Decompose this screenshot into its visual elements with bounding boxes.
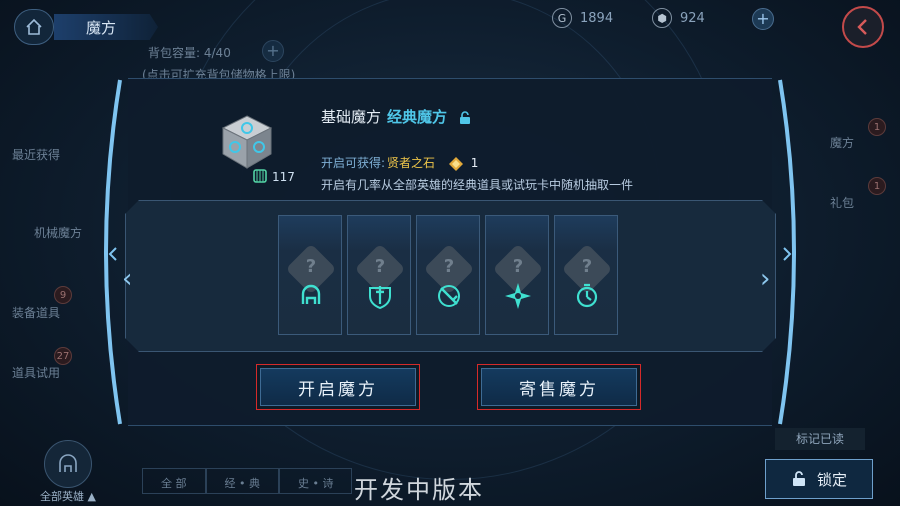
gold-amount: 1894 (580, 10, 614, 26)
sidebar-item-trial[interactable]: 道具试用 (12, 364, 72, 381)
tab-classic[interactable]: 经 • 典 (205, 468, 279, 494)
equipment-badge: 9 (54, 286, 72, 304)
tab-cube-badge: 1 (868, 118, 886, 136)
tab-gift[interactable]: 礼包 (830, 194, 900, 211)
right-bracket-decoration (778, 79, 796, 425)
home-button[interactable] (14, 9, 54, 45)
lock-label: 锁定 (816, 470, 847, 489)
all-heroes-label[interactable]: 全部英雄 ▲ (40, 488, 96, 504)
left-bracket-decoration (104, 79, 122, 425)
sage-stone-icon (448, 156, 463, 171)
sidebar-item-cube[interactable]: 机械魔方 (34, 224, 94, 241)
tab-epic[interactable]: 史 • 诗 (278, 468, 353, 494)
gem-amount: 924 (680, 10, 705, 26)
crossed-sword-icon (438, 285, 460, 307)
gem-currency: ⬢ 924 (652, 8, 705, 28)
reward-card[interactable]: ? (554, 215, 618, 335)
reward-card[interactable]: ? (485, 215, 549, 335)
next-arrow-button[interactable]: › (760, 264, 770, 294)
page-title-box: 魔方 (54, 14, 158, 40)
rarity-filter-tabs: 全 部 经 • 典 史 • 诗 (142, 468, 353, 494)
lock-button[interactable]: 锁定 (765, 459, 873, 499)
star-burst-icon (505, 283, 531, 309)
dev-version-watermark: 开发中版本 (354, 476, 484, 504)
unlock-icon (792, 471, 805, 486)
clock-icon (576, 283, 598, 308)
reward-card[interactable]: ? (278, 215, 342, 335)
dialog-title-highlight: 经典魔方 (387, 108, 448, 126)
chevron-left-icon (857, 19, 867, 35)
tab-gift-badge: 1 (868, 177, 886, 195)
tab-all[interactable]: 全 部 (142, 468, 206, 494)
reward-card[interactable]: ? (347, 215, 411, 335)
open-cube-label: 开启魔方 (260, 368, 416, 406)
dialog-description: 开启有几率从全部英雄的经典道具或试玩卡中随机抽取一件 (321, 178, 634, 192)
card-mystery-mark: ? (305, 256, 317, 277)
capacity-label: 背包容量: 4/40 (148, 46, 231, 60)
classic-cube-icon (221, 115, 273, 169)
cube-dialog: 117 基础魔方 经典魔方 开启可获得: 贤者之石 1 开启有几率从全部英雄的经典道… (100, 78, 800, 426)
sell-cube-button[interactable]: 寄售魔方 (477, 364, 641, 410)
reward-item: 贤者之石 (387, 156, 436, 170)
sword-shield-icon (369, 286, 391, 310)
add-currency-button[interactable]: + (752, 8, 774, 30)
trial-badge: 27 (54, 347, 72, 365)
card-mystery-mark: ? (443, 256, 455, 277)
card-mystery-mark: ? (581, 256, 593, 277)
reward-label: 开启可获得: (321, 156, 386, 170)
reward-count: 1 (470, 156, 479, 170)
gem-icon: ⬢ (652, 8, 672, 28)
gold-icon: G (552, 8, 572, 28)
cube-stack-icon (253, 169, 267, 183)
helmet-icon (59, 454, 77, 472)
reward-card[interactable]: ? (416, 215, 480, 335)
helmet-icon (301, 284, 321, 304)
open-cube-button[interactable]: 开启魔方 (256, 364, 420, 410)
mark-read-button[interactable]: 标记已读 (775, 428, 865, 450)
sidebar-item-recent[interactable]: 最近获得 (12, 146, 72, 163)
card-mystery-mark: ? (512, 256, 524, 277)
unlock-icon (459, 110, 470, 124)
back-button[interactable] (842, 6, 884, 48)
dialog-title: 基础魔方 经典魔方 (321, 106, 472, 127)
reward-line: 开启可获得: 贤者之石 1 (321, 154, 478, 171)
expand-capacity-button[interactable]: + (262, 40, 284, 62)
dialog-title-prefix: 基础魔方 (321, 108, 382, 126)
cube-count: 117 (272, 170, 295, 184)
prev-arrow-button[interactable]: ‹ (122, 264, 132, 294)
gold-currency: G 1894 (552, 8, 613, 28)
sidebar-item-equipment[interactable]: 装备道具 (12, 304, 72, 321)
tab-cube[interactable]: 魔方 (830, 134, 900, 151)
sell-cube-label: 寄售魔方 (481, 368, 637, 406)
home-icon (26, 18, 42, 35)
page-title: 魔方 (86, 19, 117, 37)
card-mystery-mark: ? (374, 256, 386, 277)
hero-filter-button[interactable] (44, 440, 92, 488)
